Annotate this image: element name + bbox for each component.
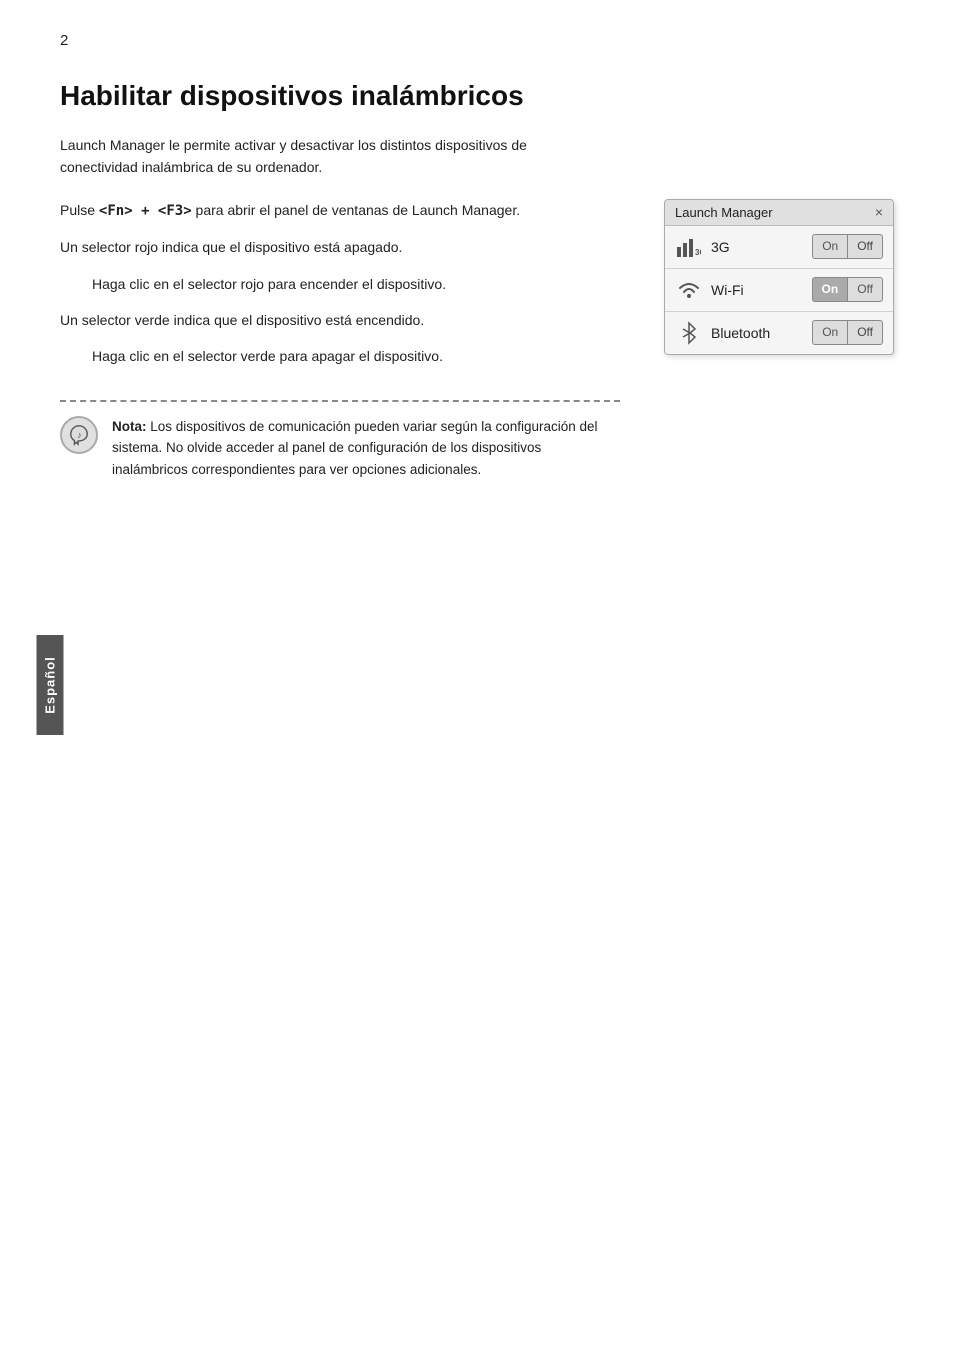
launch-manager-titlebar: Launch Manager ×: [665, 200, 893, 226]
launch-manager-window: Launch Manager × 3G 3G: [664, 199, 894, 355]
3g-icon: 3G: [675, 233, 703, 261]
svg-text:♪: ♪: [77, 429, 82, 439]
device-name-wifi: Wi-Fi: [711, 282, 812, 298]
wifi-off-button[interactable]: Off: [847, 277, 883, 302]
note-text: Nota: Los dispositivos de comunicación p…: [112, 416, 620, 481]
sidebar-label: Español: [37, 635, 64, 735]
toggle-bluetooth: On Off: [812, 320, 883, 345]
device-row-bluetooth: Bluetooth On Off: [665, 312, 893, 354]
page-number: 2: [60, 32, 68, 49]
paragraph-red-indented: Haga clic en el selector rojo para encen…: [92, 273, 624, 295]
svg-text:3G: 3G: [695, 248, 701, 257]
toggle-wifi: On Off: [812, 277, 883, 302]
bluetooth-on-button[interactable]: On: [812, 320, 847, 345]
paragraph-green-indented: Haga clic en el selector verde para apag…: [92, 345, 624, 367]
page-title: Habilitar dispositivos inalámbricos: [60, 80, 894, 112]
toggle-3g: On Off: [812, 234, 883, 259]
paragraph-green-selector: Un selector verde indica que el disposit…: [60, 309, 624, 331]
device-row-3g: 3G 3G On Off: [665, 226, 893, 269]
wifi-on-button[interactable]: On: [812, 277, 848, 302]
bluetooth-off-button[interactable]: Off: [847, 320, 883, 345]
launch-manager-close-button[interactable]: ×: [875, 205, 883, 219]
bluetooth-icon: [675, 319, 703, 347]
3g-on-button[interactable]: On: [812, 234, 847, 259]
intro-paragraph: Launch Manager le permite activar y desa…: [60, 134, 540, 179]
note-section: ♪ Nota: Los dispositivos de comunicación…: [60, 400, 620, 481]
note-prefix: Nota:: [112, 419, 147, 434]
device-name-bluetooth: Bluetooth: [711, 325, 812, 341]
paragraph-red-selector: Un selector rojo indica que el dispositi…: [60, 236, 624, 258]
3g-off-button[interactable]: Off: [847, 234, 883, 259]
note-body: Los dispositivos de comunicación pueden …: [112, 419, 598, 477]
note-icon: ♪: [60, 416, 98, 454]
wifi-icon: [675, 276, 703, 304]
device-row-wifi: Wi-Fi On Off: [665, 269, 893, 312]
launch-manager-title: Launch Manager: [675, 205, 773, 220]
paragraph-fn-key: Pulse <Fn> + <F3> para abrir el panel de…: [60, 199, 624, 222]
device-name-3g: 3G: [711, 239, 812, 255]
